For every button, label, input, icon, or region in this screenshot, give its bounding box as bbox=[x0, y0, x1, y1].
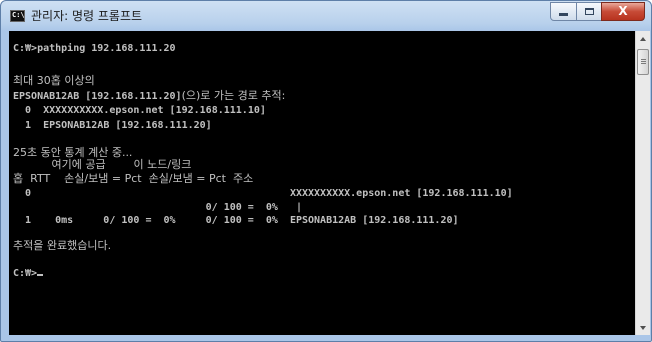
close-button[interactable]: X bbox=[601, 2, 645, 21]
scroll-down-button[interactable] bbox=[637, 321, 649, 334]
final-prompt-line: C:₩> bbox=[13, 267, 44, 280]
title-bar[interactable]: C:\ 관리자: 명령 프롬프트 X bbox=[1, 1, 651, 31]
text-cursor bbox=[37, 274, 44, 276]
command-prompt-window: C:\ 관리자: 명령 프롬프트 X C:₩>pathping 192.168.… bbox=[0, 0, 652, 342]
final-prompt: C:₩> bbox=[13, 268, 38, 279]
arrow-up-icon bbox=[640, 36, 646, 41]
scrollbar-thumb[interactable] bbox=[637, 49, 649, 75]
stats-row: 0/ 100 = 0% | bbox=[13, 202, 302, 213]
stats-header-line1: 여기에 공급 이 노드/링크 bbox=[13, 158, 192, 171]
console-output[interactable]: C:₩>pathping 192.168.111.20 최대 30홉 이상의 E… bbox=[9, 31, 635, 335]
minimize-icon bbox=[551, 3, 576, 20]
cmd-console-icon[interactable]: C:\ bbox=[10, 10, 25, 22]
tracing-target: EPSONAB12AB [192.168.111.20](으)로 가는 경로 추… bbox=[13, 89, 285, 102]
route-hop-number: 1 bbox=[25, 120, 32, 131]
maximize-icon bbox=[577, 3, 601, 20]
trace-complete-message: 추적을 완료했습니다. bbox=[13, 239, 112, 252]
stats-row: 1 0ms 0/ 100 = 0% 0/ 100 = 0% EPSONAB12A… bbox=[13, 215, 459, 226]
route-hop-host: XXXXXXXXXX.epson.net [192.168.111.10] bbox=[43, 105, 266, 116]
close-icon: X bbox=[618, 4, 628, 18]
app-icon-text: C:\ bbox=[12, 11, 25, 19]
stats-header-line2: 홉 RTT 손실/보냄 = Pct 손실/보냄 = Pct 주소 bbox=[13, 172, 254, 185]
route-hop-number: 0 bbox=[25, 105, 32, 116]
stats-row: 0 XXXXXXXXXX.epson.net [192.168.111.10] bbox=[13, 188, 513, 199]
route-hop-host: EPSONAB12AB [192.168.111.20] bbox=[43, 120, 212, 131]
route-hop-row: 0 XXXXXXXXXX.epson.net [192.168.111.10] bbox=[13, 104, 266, 117]
command-line: C:₩>pathping 192.168.111.20 bbox=[13, 43, 176, 54]
maximize-button[interactable] bbox=[576, 2, 602, 21]
tracing-target-text: (으)로 가는 경로 추적: bbox=[181, 89, 286, 102]
tracing-intro-text: 최대 30홉 이상의 bbox=[13, 74, 95, 87]
arrow-down-icon bbox=[640, 325, 646, 330]
route-hop-row: 1 EPSONAB12AB [192.168.111.20] bbox=[13, 119, 212, 132]
minimize-button[interactable] bbox=[550, 2, 577, 21]
window-title: 관리자: 명령 프롬프트 bbox=[31, 9, 143, 23]
scroll-up-button[interactable] bbox=[637, 32, 649, 45]
vertical-scrollbar[interactable] bbox=[635, 31, 650, 335]
tracing-target-host: EPSONAB12AB [192.168.111.20] bbox=[13, 91, 182, 102]
tracing-intro: 최대 30홉 이상의 bbox=[13, 74, 95, 87]
